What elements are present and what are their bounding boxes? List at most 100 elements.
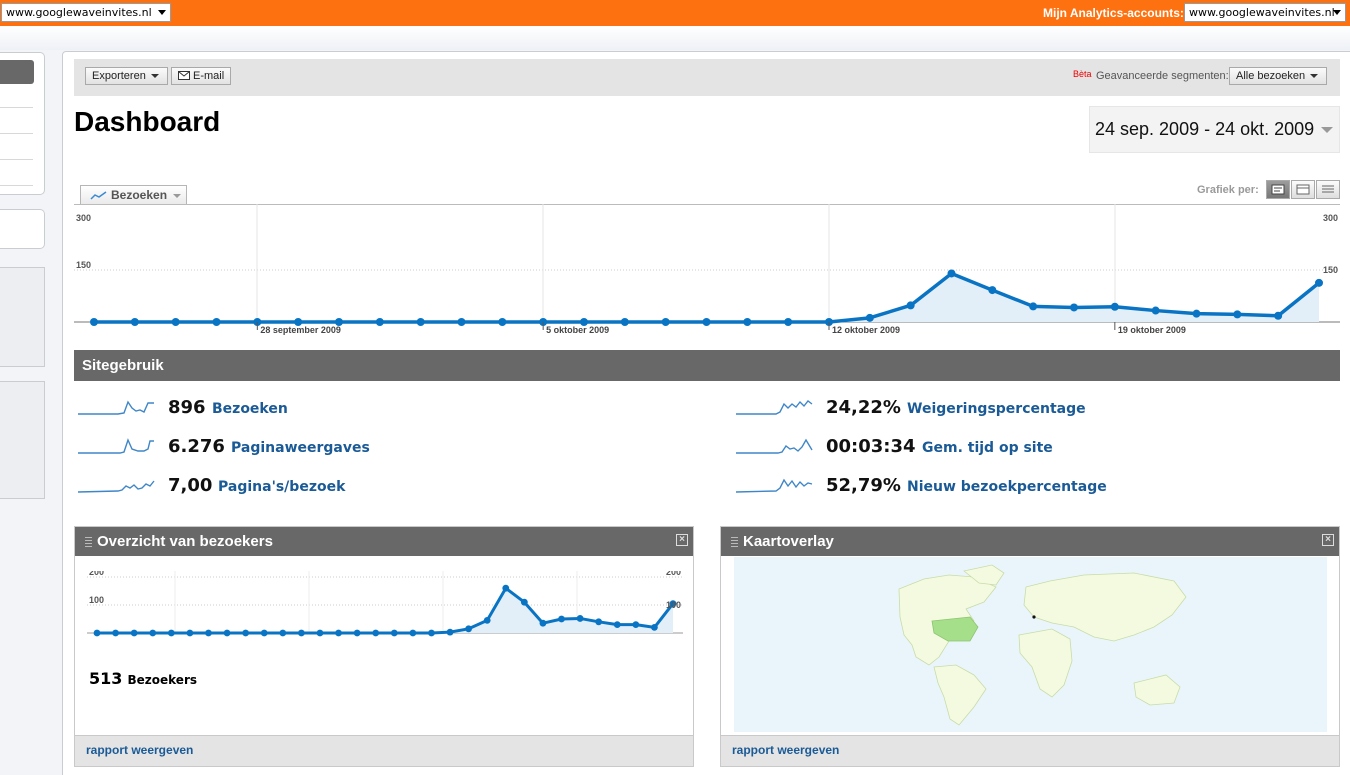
metric-link[interactable]: Weigeringspercentage — [907, 401, 1086, 417]
export-button[interactable]: Exporteren — [85, 67, 168, 85]
segments-select[interactable]: Alle bezoeken — [1229, 67, 1327, 85]
data-point[interactable] — [335, 629, 342, 637]
accounts-select[interactable]: www.googlewaveinvites.nl — [1184, 3, 1346, 22]
data-point[interactable] — [171, 318, 180, 326]
data-point[interactable] — [988, 286, 997, 295]
data-point[interactable] — [186, 629, 194, 637]
export-label: Exporteren — [92, 70, 146, 82]
data-point[interactable] — [167, 629, 175, 637]
data-point[interactable] — [390, 629, 398, 637]
data-point[interactable] — [613, 621, 621, 628]
data-point[interactable] — [353, 629, 361, 637]
metric-value: 7,00 — [168, 475, 213, 496]
profile-select-value: www.googlewaveinvites.nl — [6, 6, 152, 19]
data-point[interactable] — [595, 618, 603, 626]
data-point[interactable] — [632, 621, 640, 628]
visitors-report-link[interactable]: rapport weergeven — [75, 735, 693, 766]
data-point[interactable] — [223, 629, 231, 637]
close-icon[interactable]: × — [1322, 534, 1334, 546]
data-point[interactable] — [130, 629, 138, 637]
data-point[interactable] — [483, 617, 491, 624]
data-point[interactable] — [498, 318, 507, 326]
sparkline-line — [736, 478, 813, 493]
map-report-link[interactable]: rapport weergeven — [721, 735, 1339, 766]
data-point[interactable] — [620, 318, 629, 326]
data-point[interactable] — [702, 318, 711, 326]
data-point[interactable] — [212, 318, 221, 326]
metric-tab[interactable]: Bezoeken — [80, 185, 187, 205]
main-visits-chart[interactable]: 300 150 300 150 28 september 2009 5 oktober 2… — [74, 204, 1340, 342]
chevron-down-icon — [173, 194, 181, 198]
data-point[interactable] — [205, 629, 212, 637]
data-point[interactable] — [906, 301, 915, 310]
world-map[interactable] — [734, 557, 1327, 732]
data-point[interactable] — [375, 318, 384, 326]
day-view-icon — [1271, 184, 1285, 195]
envelope-icon — [178, 71, 190, 80]
drag-handle-icon[interactable] — [731, 537, 738, 548]
data-point[interactable] — [457, 318, 466, 326]
data-point[interactable] — [651, 624, 658, 631]
data-point[interactable] — [558, 615, 565, 623]
data-point[interactable] — [260, 629, 268, 637]
view-day-button[interactable] — [1266, 180, 1290, 199]
data-point[interactable] — [576, 615, 584, 622]
data-point[interactable] — [1315, 278, 1323, 287]
data-point[interactable] — [539, 619, 547, 627]
close-icon[interactable]: × — [676, 534, 688, 546]
accounts-label: Mijn Analytics-accounts: — [1043, 6, 1184, 20]
data-point[interactable] — [242, 629, 250, 637]
data-point[interactable] — [743, 318, 752, 326]
data-point[interactable] — [316, 629, 324, 637]
metric-link[interactable]: Gem. tijd op site — [922, 440, 1053, 456]
y-tick-label: 300 — [76, 213, 91, 223]
data-point[interactable] — [520, 598, 528, 606]
widget-header[interactable]: Kaartoverlay × — [721, 527, 1339, 556]
visitors-overview-widget: Overzicht van bezoekers × 200 100 200 100 5… — [74, 526, 694, 767]
profile-select[interactable]: www.googlewaveinvites.nl — [1, 3, 171, 22]
page-title: Dashboard — [74, 106, 221, 137]
sparkline-line — [736, 438, 813, 454]
data-point[interactable] — [1110, 302, 1119, 311]
data-point[interactable] — [428, 629, 435, 637]
data-point[interactable] — [865, 313, 874, 322]
data-point[interactable] — [446, 628, 454, 636]
metric-link[interactable]: Paginaweergaves — [231, 440, 370, 456]
data-point[interactable] — [93, 629, 101, 637]
sidebar-divider — [0, 107, 33, 108]
data-point[interactable] — [661, 318, 670, 326]
data-point[interactable] — [297, 629, 305, 637]
data-point[interactable] — [149, 629, 157, 637]
data-point[interactable] — [1029, 302, 1038, 311]
sidebar-box — [0, 209, 45, 249]
view-week-button[interactable] — [1291, 180, 1315, 199]
data-point[interactable] — [465, 625, 473, 633]
data-point[interactable] — [409, 629, 417, 637]
view-month-button[interactable] — [1316, 180, 1340, 199]
data-point[interactable] — [372, 629, 380, 637]
data-point[interactable] — [279, 629, 287, 637]
data-point[interactable] — [1151, 306, 1160, 315]
metric-link[interactable]: Pagina's/bezoek — [218, 479, 345, 495]
data-point[interactable] — [112, 629, 119, 637]
widget-header[interactable]: Overzicht van bezoekers × — [75, 527, 693, 556]
metric-link[interactable]: Nieuw bezoekpercentage — [907, 479, 1107, 495]
data-point[interactable] — [1274, 311, 1283, 320]
data-point[interactable] — [416, 318, 425, 326]
metric-link[interactable]: Bezoeken — [212, 401, 288, 417]
data-point[interactable] — [502, 584, 510, 592]
data-point[interactable] — [130, 318, 139, 326]
visitors-count-block: 513 Bezoekers — [89, 669, 197, 688]
series-area — [97, 588, 673, 633]
data-point[interactable] — [784, 318, 793, 326]
data-point[interactable] — [90, 318, 98, 326]
visitors-overview-chart[interactable]: 200 100 200 100 — [87, 571, 683, 661]
sidebar-item-active[interactable] — [0, 60, 34, 84]
data-point[interactable] — [1192, 309, 1201, 318]
data-point[interactable] — [947, 269, 956, 278]
email-button[interactable]: E-mail — [171, 67, 231, 85]
date-range-picker[interactable]: 24 sep. 2009 - 24 okt. 2009 — [1089, 106, 1340, 153]
data-point[interactable] — [1233, 310, 1242, 319]
drag-handle-icon[interactable] — [85, 537, 92, 548]
data-point[interactable] — [1070, 303, 1078, 312]
